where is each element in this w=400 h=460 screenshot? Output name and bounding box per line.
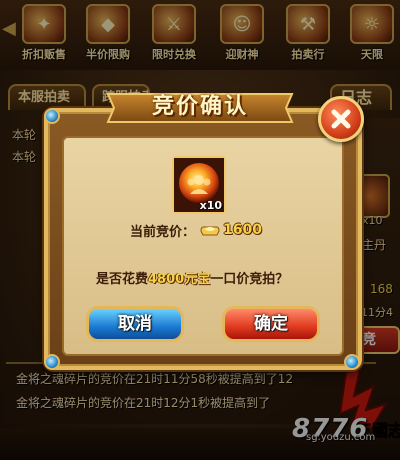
close-icon [331, 109, 351, 129]
dialog-title-wrap: 竞价确认 [102, 86, 298, 130]
corner-gem-icon [44, 354, 60, 370]
confirm-button[interactable]: 确定 [222, 306, 320, 342]
question-prefix: 是否花费 [96, 272, 149, 287]
cancel-button[interactable]: 取消 [86, 306, 184, 342]
current-bid-row: 当前竞价： 1600 [130, 220, 262, 240]
close-button[interactable] [318, 96, 364, 142]
corner-gem-icon [44, 108, 60, 124]
current-bid-label: 当前竞价： [130, 224, 196, 240]
current-bid-value: 1600 [223, 222, 262, 238]
gold-ingot-icon [200, 226, 220, 236]
buyout-question: 是否花费4800元宝一口价竞拍？ [96, 268, 289, 287]
dialog-title: 竞价确认 [151, 94, 248, 119]
corner-gem-icon [344, 354, 360, 370]
question-suffix: 一口价竞拍？ [210, 272, 289, 287]
buyout-amount: 4800元宝 [148, 272, 211, 287]
auction-item-slot[interactable]: x10 [172, 156, 226, 214]
item-quantity: x10 [199, 199, 222, 212]
